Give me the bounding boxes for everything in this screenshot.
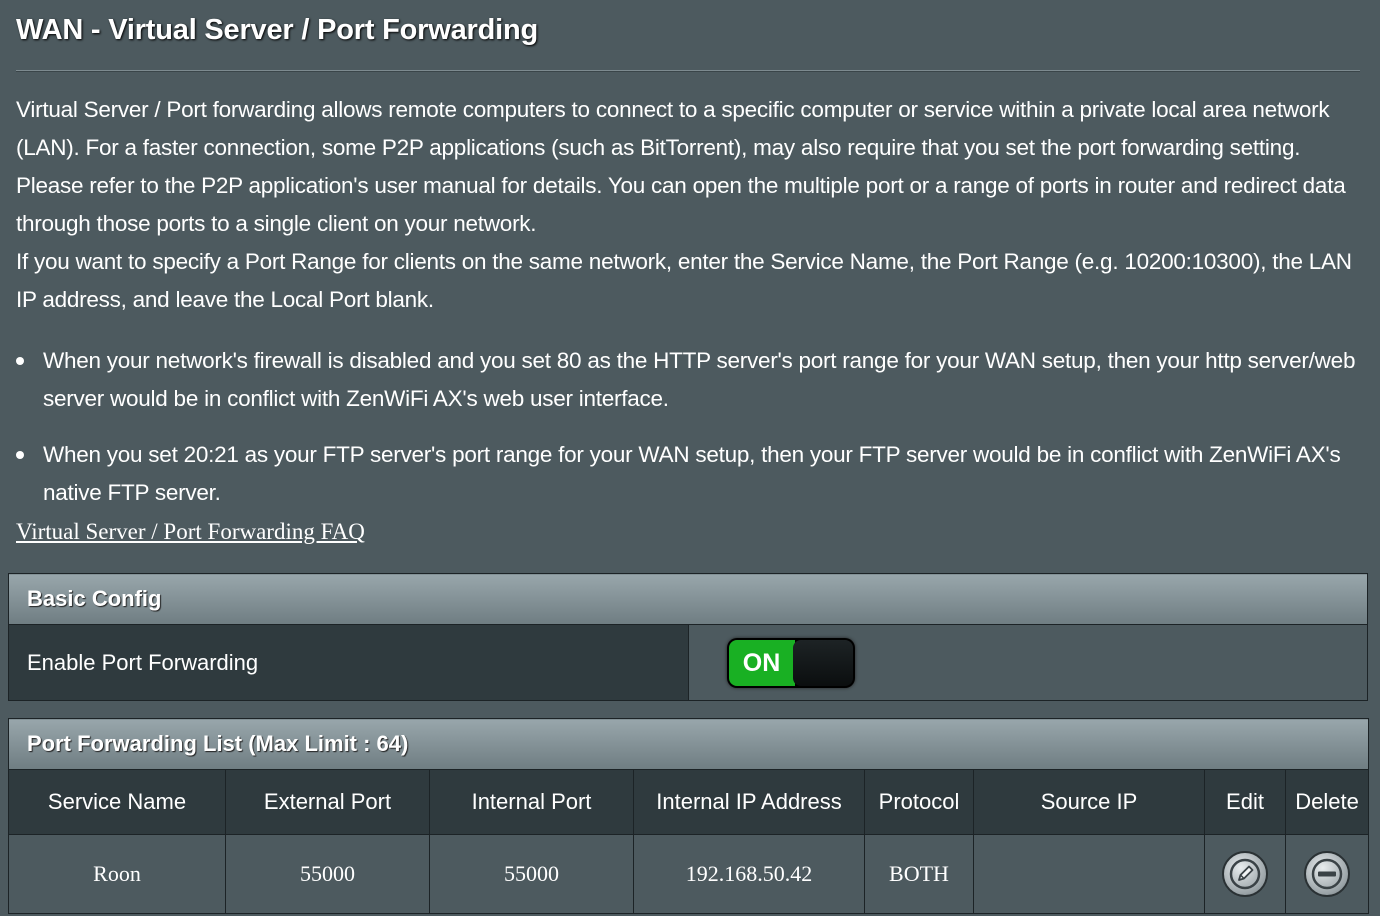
col-delete: Delete — [1284, 769, 1370, 835]
page-description: Virtual Server / Port forwarding allows … — [16, 91, 1366, 319]
toggle-knob — [792, 639, 853, 686]
table-row: Roon 55000 55000 192.168.50.42 BOTH — [8, 834, 1370, 914]
cell-delete — [1284, 834, 1370, 914]
note-item: When your network's firewall is disabled… — [16, 342, 1366, 418]
page-title: WAN - Virtual Server / Port Forwarding — [16, 14, 539, 46]
cell-external-port: 55000 — [225, 834, 430, 914]
enable-port-forwarding-cell: ON — [687, 624, 1368, 701]
basic-config-table: Basic Config Enable Port Forwarding ON — [8, 573, 1368, 701]
col-source-ip: Source IP — [973, 769, 1205, 835]
title-divider — [16, 70, 1360, 72]
port-forwarding-list-header: Port Forwarding List (Max Limit : 64) — [7, 718, 1370, 770]
cell-service-name: Roon — [8, 834, 226, 914]
col-service-name: Service Name — [8, 769, 226, 835]
toggle-state-label: ON — [728, 639, 795, 686]
col-edit: Edit — [1204, 769, 1286, 835]
bullet-icon — [16, 451, 24, 459]
bullet-icon — [16, 357, 24, 365]
faq-link[interactable]: Virtual Server / Port Forwarding FAQ — [16, 519, 365, 545]
col-internal-ip: Internal IP Address — [633, 769, 865, 835]
enable-port-forwarding-label: Enable Port Forwarding — [8, 624, 689, 701]
minus-circle-icon[interactable] — [1304, 851, 1351, 897]
pencil-icon[interactable] — [1222, 851, 1268, 897]
col-external-port: External Port — [225, 769, 430, 835]
port-forwarding-toggle[interactable]: ON — [726, 637, 855, 688]
description-paragraph: If you want to specify a Port Range for … — [16, 249, 1352, 312]
note-text: When you set 20:21 as your FTP server's … — [43, 442, 1341, 505]
notes-list: When your network's firewall is disabled… — [16, 342, 1366, 530]
col-internal-port: Internal Port — [429, 769, 634, 835]
cell-internal-ip: 192.168.50.42 — [633, 834, 865, 914]
col-protocol: Protocol — [864, 769, 974, 835]
description-paragraph: Virtual Server / Port forwarding allows … — [16, 97, 1346, 236]
cell-source-ip — [973, 834, 1205, 914]
cell-protocol: BOTH — [864, 834, 974, 914]
basic-config-header: Basic Config — [8, 573, 1368, 625]
cell-edit — [1204, 834, 1286, 914]
column-header-row: Service Name External Port Internal Port… — [8, 769, 1370, 835]
port-forwarding-list-table: Port Forwarding List (Max Limit : 64) Se… — [7, 718, 1370, 914]
note-item: When you set 20:21 as your FTP server's … — [16, 436, 1366, 512]
note-text: When your network's firewall is disabled… — [43, 348, 1356, 411]
cell-internal-port: 55000 — [429, 834, 634, 914]
